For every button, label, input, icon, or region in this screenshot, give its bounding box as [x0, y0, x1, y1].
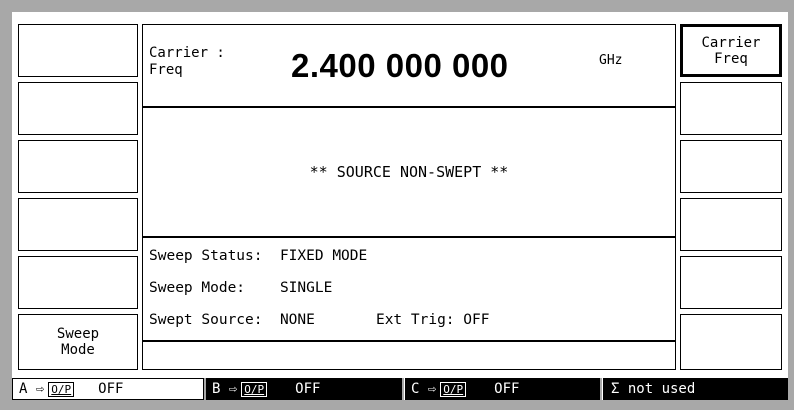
output-a-status: A ⇨ O/P OFF: [12, 378, 204, 400]
entry-line: [142, 341, 676, 370]
left-softkey-5[interactable]: [18, 256, 138, 309]
right-softkey-3[interactable]: [680, 140, 782, 193]
output-b-label: B ⇨: [212, 381, 238, 397]
output-b-op-box: O/P: [241, 381, 268, 397]
sigma-text: Σ not used: [611, 381, 696, 397]
output-c-status: C ⇨ O/P OFF: [404, 378, 600, 400]
carrier-freq-panel: Carrier : Freq 2.400 000 000 GHz: [142, 24, 676, 107]
right-softkey-6[interactable]: [680, 314, 782, 370]
sweep-mode-softkey[interactable]: Sweep Mode: [18, 314, 138, 370]
right-softkey-4[interactable]: [680, 198, 782, 251]
output-c-op-box: O/P: [440, 381, 467, 397]
carrier-freq-softkey[interactable]: Carrier Freq: [680, 24, 782, 77]
message-panel: ** SOURCE NON-SWEPT **: [142, 107, 676, 237]
output-a-op-box: O/P: [48, 381, 75, 397]
left-softkey-2[interactable]: [18, 82, 138, 135]
left-softkey-3[interactable]: [18, 140, 138, 193]
right-softkey-2[interactable]: [680, 82, 782, 135]
sweep-status-line: Sweep Status: FIXED MODE: [149, 248, 368, 264]
sweep-status-panel: Sweep Status: FIXED MODE Sweep Mode: SIN…: [142, 237, 676, 341]
output-b-status: B ⇨ O/P OFF: [206, 378, 402, 400]
carrier-freq-value: 2.400 000 000: [291, 47, 509, 84]
output-status-bar: A ⇨ O/P OFF B ⇨ O/P OFF C ⇨ O/P OFF Σ no…: [0, 378, 794, 410]
carrier-freq-unit: GHz: [599, 53, 623, 68]
output-a-label: A ⇨: [19, 381, 45, 397]
right-softkey-5[interactable]: [680, 256, 782, 309]
source-status-message: ** SOURCE NON-SWEPT **: [309, 163, 509, 181]
output-c-label: C ⇨: [411, 381, 437, 397]
carrier-freq-label: Carrier : Freq: [149, 45, 225, 78]
left-softkey-4[interactable]: [18, 198, 138, 251]
swept-source-line: Swept Source: NONE Ext Trig: OFF: [149, 312, 490, 328]
output-c-state: OFF: [494, 381, 520, 397]
sigma-status: Σ not used: [602, 378, 788, 400]
output-a-state: OFF: [98, 381, 124, 397]
sweep-mode-line: Sweep Mode: SINGLE: [149, 280, 333, 296]
output-b-state: OFF: [295, 381, 321, 397]
left-softkey-1[interactable]: [18, 24, 138, 77]
